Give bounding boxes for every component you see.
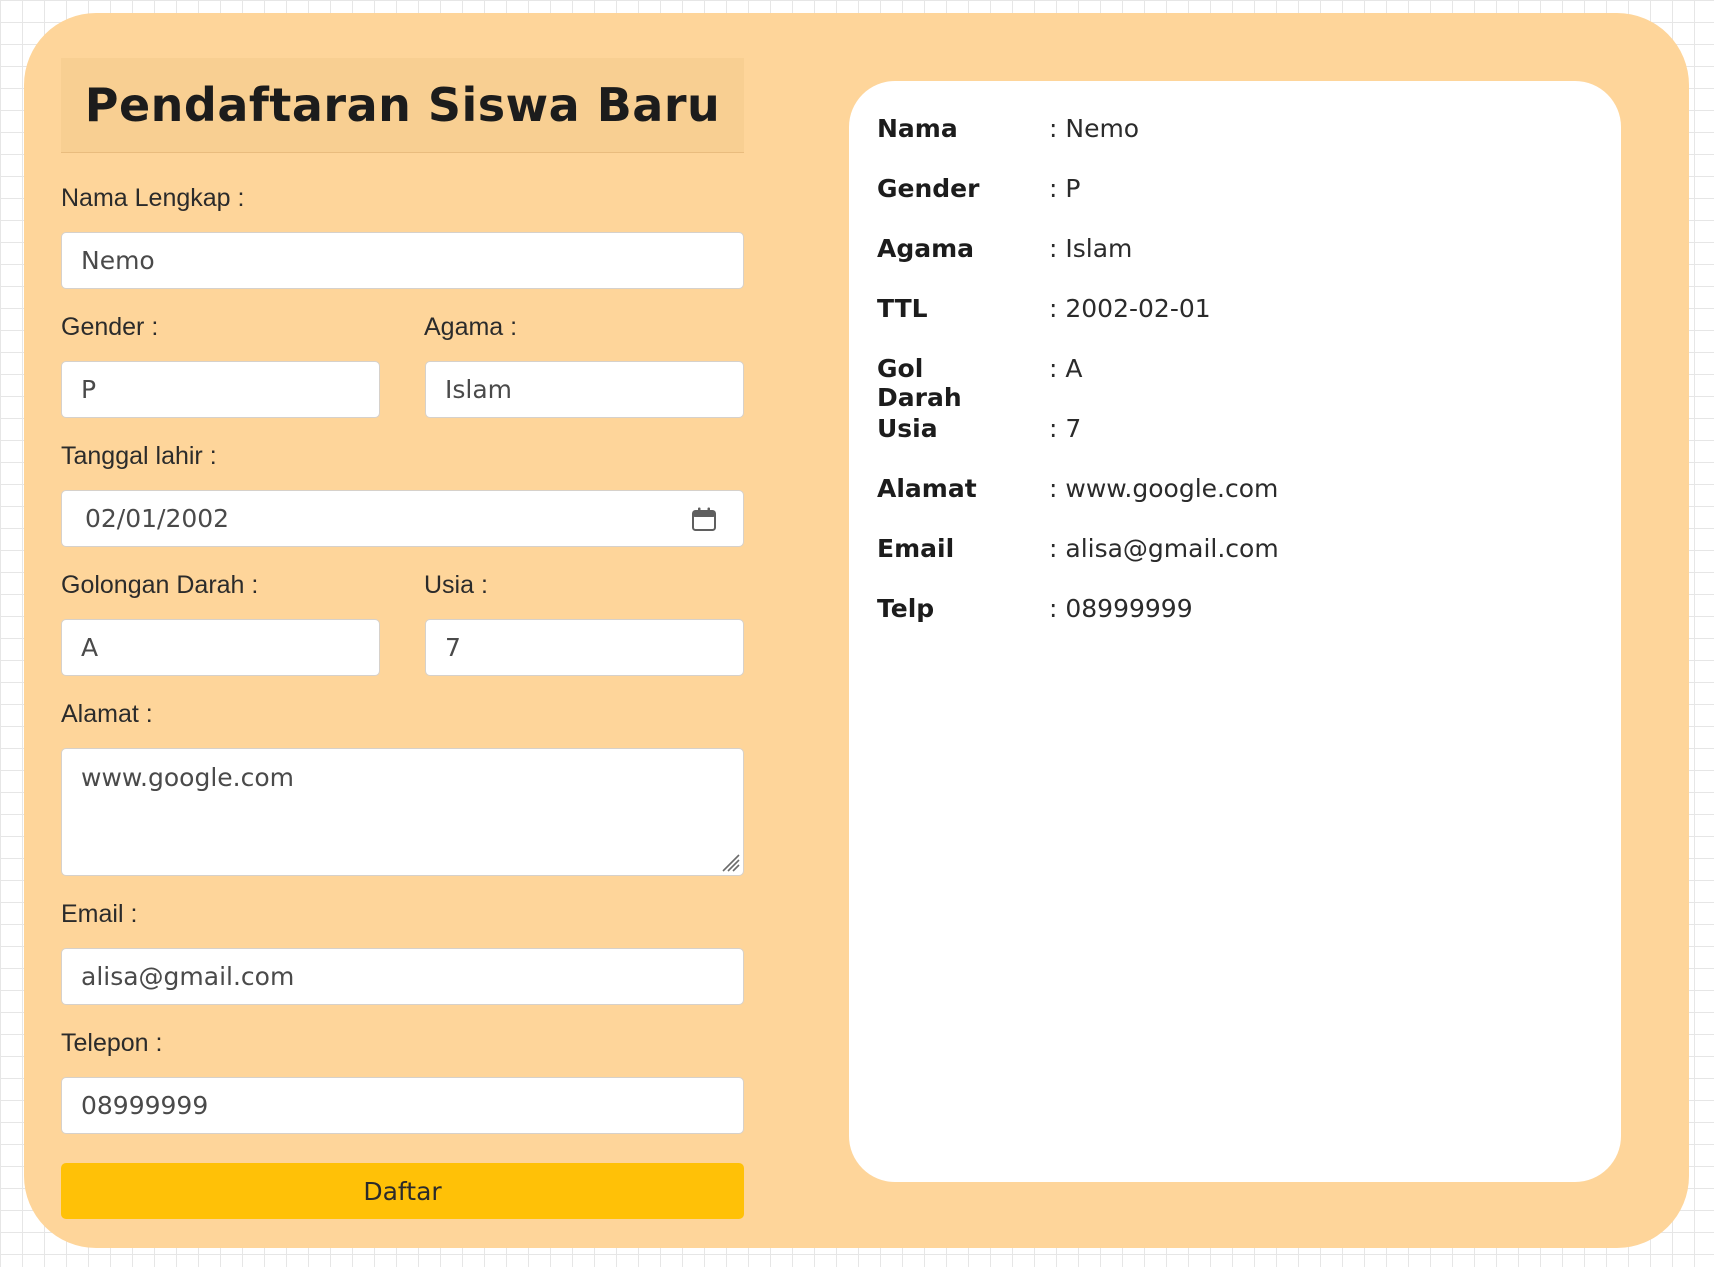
email-input[interactable]: alisa@gmail.com <box>61 948 744 1005</box>
summary-key: Nama <box>877 114 958 143</box>
gender-label: Gender : <box>61 313 159 341</box>
summary-key: TTL <box>877 294 928 323</box>
tanggal-label: Tanggal lahir : <box>61 442 217 470</box>
nama-label: Nama Lengkap : <box>61 184 245 212</box>
tanggal-input[interactable]: 02/01/2002 <box>61 490 744 547</box>
page-title: Pendaftaran Siswa Baru <box>84 78 721 132</box>
telepon-value: 08999999 <box>81 1091 209 1120</box>
usia-label: Usia : <box>424 571 488 599</box>
usia-value: 7 <box>445 633 461 662</box>
summary-key: Alamat <box>877 474 977 503</box>
summary-value: : 08999999 <box>1049 594 1193 623</box>
summary-value: : Islam <box>1049 234 1133 263</box>
summary-value: : www.google.com <box>1049 474 1279 503</box>
usia-input[interactable]: 7 <box>425 619 744 676</box>
summary-value: : P <box>1049 174 1081 203</box>
goldarah-label: Golongan Darah : <box>61 571 259 599</box>
calendar-icon[interactable] <box>691 506 717 532</box>
registration-card: Pendaftaran Siswa Baru Nama Lengkap : Ne… <box>24 13 1689 1248</box>
alamat-textarea[interactable]: www.google.com <box>61 748 744 876</box>
registration-form: Pendaftaran Siswa Baru Nama Lengkap : Ne… <box>61 58 744 1219</box>
summary-key: Telp <box>877 594 935 623</box>
summary-value: : 7 <box>1049 414 1082 443</box>
goldarah-value: A <box>81 633 99 662</box>
summary-value: : Nemo <box>1049 114 1140 143</box>
agama-input[interactable]: Islam <box>425 361 744 418</box>
telepon-label: Telepon : <box>61 1029 163 1057</box>
email-value: alisa@gmail.com <box>81 962 295 991</box>
summary-key: Usia <box>877 414 938 443</box>
summary-panel: Nama : Nemo Gender : P Agama : Islam TTL… <box>849 81 1621 1182</box>
agama-label: Agama : <box>424 313 518 341</box>
summary-key: Gol Darah <box>877 354 962 412</box>
summary-value: : alisa@gmail.com <box>1049 534 1279 563</box>
gender-value: P <box>81 375 97 404</box>
alamat-label: Alamat : <box>61 700 153 728</box>
telepon-input[interactable]: 08999999 <box>61 1077 744 1134</box>
summary-key: Agama <box>877 234 975 263</box>
summary-value: : A <box>1049 354 1083 383</box>
resize-handle-icon[interactable] <box>719 851 741 873</box>
goldarah-input[interactable]: A <box>61 619 380 676</box>
summary-key: Gender <box>877 174 980 203</box>
nama-value: Nemo <box>81 246 155 275</box>
title-header: Pendaftaran Siswa Baru <box>61 58 744 153</box>
summary-key: Email <box>877 534 955 563</box>
agama-value: Islam <box>445 375 513 404</box>
daftar-button[interactable]: Daftar <box>61 1163 744 1219</box>
alamat-value: www.google.com <box>81 763 294 792</box>
tanggal-value: 02/01/2002 <box>85 504 230 533</box>
summary-value: : 2002-02-01 <box>1049 294 1211 323</box>
gender-input[interactable]: P <box>61 361 380 418</box>
email-label: Email : <box>61 900 138 928</box>
nama-input[interactable]: Nemo <box>61 232 744 289</box>
